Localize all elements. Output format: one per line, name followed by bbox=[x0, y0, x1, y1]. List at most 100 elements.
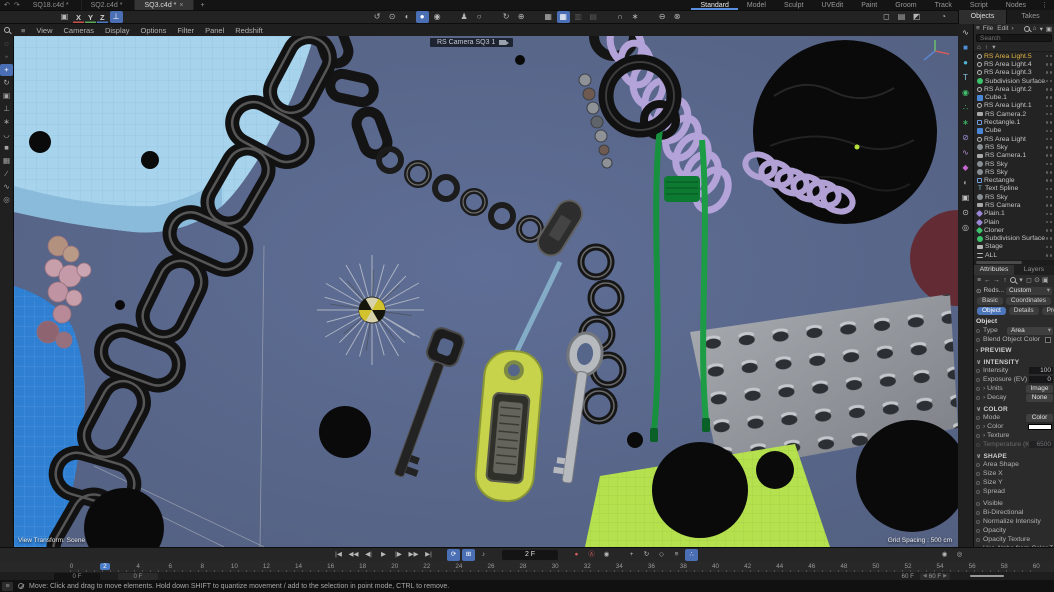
document-tab[interactable]: SQ3.c4d * × bbox=[135, 0, 193, 10]
object-list-item[interactable]: Rectangle bbox=[974, 176, 1054, 184]
subdivision-surface-icon[interactable]: ◉ bbox=[958, 86, 973, 100]
state-icon[interactable]: ⊙ bbox=[386, 11, 399, 23]
camera-icon[interactable]: ▣ bbox=[958, 191, 973, 205]
animation-dot[interactable] bbox=[976, 443, 980, 447]
key-rotation-toggle[interactable]: ↻ bbox=[640, 549, 653, 561]
up-icon[interactable]: ↑ bbox=[985, 44, 988, 51]
light-icon[interactable]: ⊙ bbox=[958, 206, 973, 220]
visibility-dots[interactable] bbox=[1046, 237, 1054, 240]
timeline-tick[interactable]: 16 bbox=[327, 563, 334, 570]
deformer-icon[interactable]: ∗ bbox=[958, 116, 973, 130]
filter-icon[interactable]: ▾ bbox=[1018, 276, 1024, 284]
sphere-primitive-icon[interactable]: ● bbox=[958, 56, 973, 70]
visibility-dots[interactable] bbox=[1046, 71, 1054, 74]
simulate-icon[interactable]: ● bbox=[416, 11, 429, 23]
timeline-tick[interactable]: 30 bbox=[552, 563, 559, 570]
character-icon[interactable]: ♟ bbox=[458, 11, 471, 23]
move-tool[interactable]: + bbox=[0, 64, 13, 76]
viewport-menu-icon[interactable]: ≡ bbox=[21, 26, 25, 35]
object-list-item[interactable]: Rectangle.1 bbox=[974, 118, 1054, 126]
axis-tool[interactable]: ⊥ bbox=[0, 103, 13, 115]
field-icon[interactable]: ⊘ bbox=[958, 131, 973, 145]
animation-dot[interactable] bbox=[976, 520, 980, 524]
timeline-tick[interactable]: 56 bbox=[969, 563, 976, 570]
animation-dot[interactable] bbox=[976, 396, 980, 400]
animation-dot[interactable] bbox=[976, 529, 980, 533]
attribute-row[interactable]: Type Area bbox=[974, 326, 1054, 335]
object-list-item[interactable]: RS Area Light bbox=[974, 135, 1054, 143]
visibility-dots[interactable] bbox=[1046, 254, 1054, 257]
object-list-item[interactable]: RS Area Light.1 bbox=[974, 102, 1054, 110]
visibility-dots[interactable] bbox=[1046, 113, 1054, 116]
home-icon[interactable]: ⌂ bbox=[977, 44, 981, 51]
viewport-menu-item[interactable]: Cameras bbox=[64, 26, 94, 35]
object-list-item[interactable]: RS Area Light.2 bbox=[974, 85, 1054, 93]
redo-icon[interactable]: ↷ bbox=[14, 1, 20, 9]
spline-tool[interactable]: ∿ bbox=[0, 181, 13, 193]
visibility-dots[interactable] bbox=[1046, 196, 1054, 199]
panel-tab[interactable]: Takes bbox=[1006, 10, 1054, 24]
viewport-menu-item[interactable]: Redshift bbox=[235, 26, 263, 35]
animation-dot[interactable] bbox=[976, 378, 980, 382]
object-list-item[interactable]: RS Camera bbox=[974, 201, 1054, 209]
attribute-tab[interactable]: Attributes bbox=[974, 265, 1014, 275]
visibility-dots[interactable] bbox=[1046, 163, 1054, 166]
attribute-row[interactable]: Opacity bbox=[974, 526, 1054, 535]
render-settings-icon[interactable]: ◩ bbox=[910, 11, 923, 23]
sculpt-tool[interactable]: ◎ bbox=[0, 194, 13, 206]
timeline-tick[interactable]: 24 bbox=[455, 563, 462, 570]
view-history-icon[interactable]: ↺ bbox=[371, 11, 384, 23]
visibility-dots[interactable] bbox=[1046, 188, 1054, 191]
timeline-tick[interactable]: 32 bbox=[584, 563, 591, 570]
attribute-row[interactable]: COLOR bbox=[974, 404, 1054, 413]
timeline-tick[interactable]: 42 bbox=[744, 563, 751, 570]
timeline-tick[interactable]: 18 bbox=[359, 563, 366, 570]
menu-overflow-icon[interactable]: › bbox=[1011, 25, 1013, 32]
workplane-b-icon[interactable]: ▤ bbox=[587, 11, 600, 23]
status-menu-icon[interactable]: ≡ bbox=[2, 582, 13, 591]
text-spline-icon[interactable]: T bbox=[958, 71, 973, 85]
shading-icon[interactable]: ◐ bbox=[401, 11, 414, 23]
visibility-dots[interactable] bbox=[1046, 105, 1054, 108]
object-list-item[interactable]: Stage bbox=[974, 243, 1054, 251]
attribute-row[interactable]: Spread bbox=[974, 487, 1054, 496]
object-list-item[interactable]: RS Sky bbox=[974, 193, 1054, 201]
visibility-dots[interactable] bbox=[1046, 55, 1054, 58]
timeline-tick[interactable]: 14 bbox=[295, 563, 302, 570]
attribute-row[interactable]: Color bbox=[974, 422, 1054, 431]
layout-tab[interactable]: Track bbox=[926, 0, 961, 10]
attribute-row[interactable]: INTENSITY bbox=[974, 357, 1054, 366]
attribute-row[interactable]: Decay None bbox=[974, 393, 1054, 402]
animation-dot[interactable] bbox=[976, 338, 980, 342]
cube-tool[interactable]: ■ bbox=[0, 142, 13, 154]
object-list-item[interactable]: Subdivision Surface bbox=[974, 235, 1054, 243]
range-start-field[interactable]: 0 F bbox=[54, 573, 100, 580]
new-document-button[interactable]: + bbox=[194, 0, 212, 10]
selection-sub-tool[interactable]: ◦ bbox=[0, 51, 13, 63]
prev-key-button[interactable]: ◀◀ bbox=[347, 549, 360, 561]
panel-icon[interactable]: ▣ bbox=[1046, 25, 1052, 33]
layout-tab[interactable]: UVEdit bbox=[812, 0, 852, 10]
visibility-dots[interactable] bbox=[1046, 130, 1054, 133]
animation-dot[interactable] bbox=[976, 369, 980, 373]
viewport-scene[interactable] bbox=[14, 36, 958, 547]
preset-dropdown[interactable]: Custom bbox=[1006, 287, 1052, 295]
filter-toggle-icon[interactable]: ▾ bbox=[992, 43, 995, 51]
layout-overflow-icon[interactable]: ⋮ bbox=[1035, 0, 1054, 10]
object-list-item[interactable]: ALL bbox=[974, 251, 1054, 259]
timeline-tick[interactable]: 20 bbox=[391, 563, 398, 570]
animation-dot[interactable] bbox=[976, 502, 980, 506]
environment-icon[interactable]: ◐ bbox=[958, 176, 973, 190]
attribute-row[interactable]: Mode Color bbox=[974, 413, 1054, 422]
timeline-tick[interactable]: 58 bbox=[1001, 563, 1008, 570]
layout-tab[interactable]: Sculpt bbox=[775, 0, 812, 10]
key-position-toggle[interactable]: + bbox=[625, 549, 638, 561]
object-list-item[interactable]: Subdivision Surface.1 bbox=[974, 77, 1054, 85]
array-tool[interactable]: ▦ bbox=[0, 155, 13, 167]
animation-dot[interactable] bbox=[976, 416, 980, 420]
layout-tab[interactable]: Standard bbox=[691, 0, 737, 10]
goto-start-button[interactable]: |◀ bbox=[332, 549, 345, 561]
attribute-row[interactable]: SHAPE bbox=[974, 451, 1054, 460]
animation-dot[interactable] bbox=[976, 387, 980, 391]
visibility-dots[interactable] bbox=[1046, 179, 1054, 182]
